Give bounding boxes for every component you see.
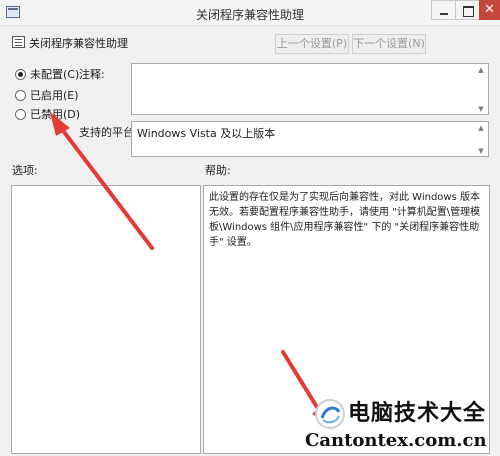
radio-button[interactable] [15,108,26,120]
scroll-down-icon[interactable]: ▼ [477,147,485,155]
supported-platform-field: Windows Vista 及以上版本 [131,121,489,157]
title-bar: 关闭程序兼容性助理 ✕ [0,0,500,26]
site-logo-icon [315,399,345,429]
next-setting-button[interactable]: 下一个设置(N) [352,34,426,54]
policy-title: 关闭程序兼容性助理 [29,37,128,50]
supported-platform-label: 支持的平台: [79,126,138,139]
minimize-button[interactable] [431,0,456,20]
scroll-up-icon[interactable]: ▲ [477,124,485,132]
radio-not-configured[interactable]: 未配置(C) [15,66,79,82]
window-title: 关闭程序兼容性助理 [195,8,304,22]
watermark-brand: 电脑技术大全 [348,401,487,426]
radio-label: 已启用(E) [30,89,79,102]
close-button[interactable]: ✕ [479,0,500,20]
previous-setting-button[interactable]: 上一个设置(P) [275,34,349,54]
radio-label: 未配置(C) [30,68,80,81]
radio-disabled[interactable]: 已禁用(D) [15,106,80,122]
radio-button[interactable] [15,89,26,101]
radio-button[interactable] [15,68,26,80]
radio-enabled[interactable]: 已启用(E) [15,87,79,103]
options-panel [11,185,201,454]
maximize-button[interactable] [455,0,480,20]
options-label: 选项: [12,164,38,177]
scroll-down-icon[interactable]: ▼ [477,105,485,113]
help-label: 帮助: [205,164,231,177]
policy-setting-icon [12,36,25,48]
comment-label: 注释: [79,68,105,81]
scroll-up-icon[interactable]: ▲ [477,66,485,74]
comment-textarea[interactable] [131,63,489,115]
radio-label: 已禁用(D) [30,108,81,121]
watermark-domain: Cantontex.com.cn [305,430,487,451]
